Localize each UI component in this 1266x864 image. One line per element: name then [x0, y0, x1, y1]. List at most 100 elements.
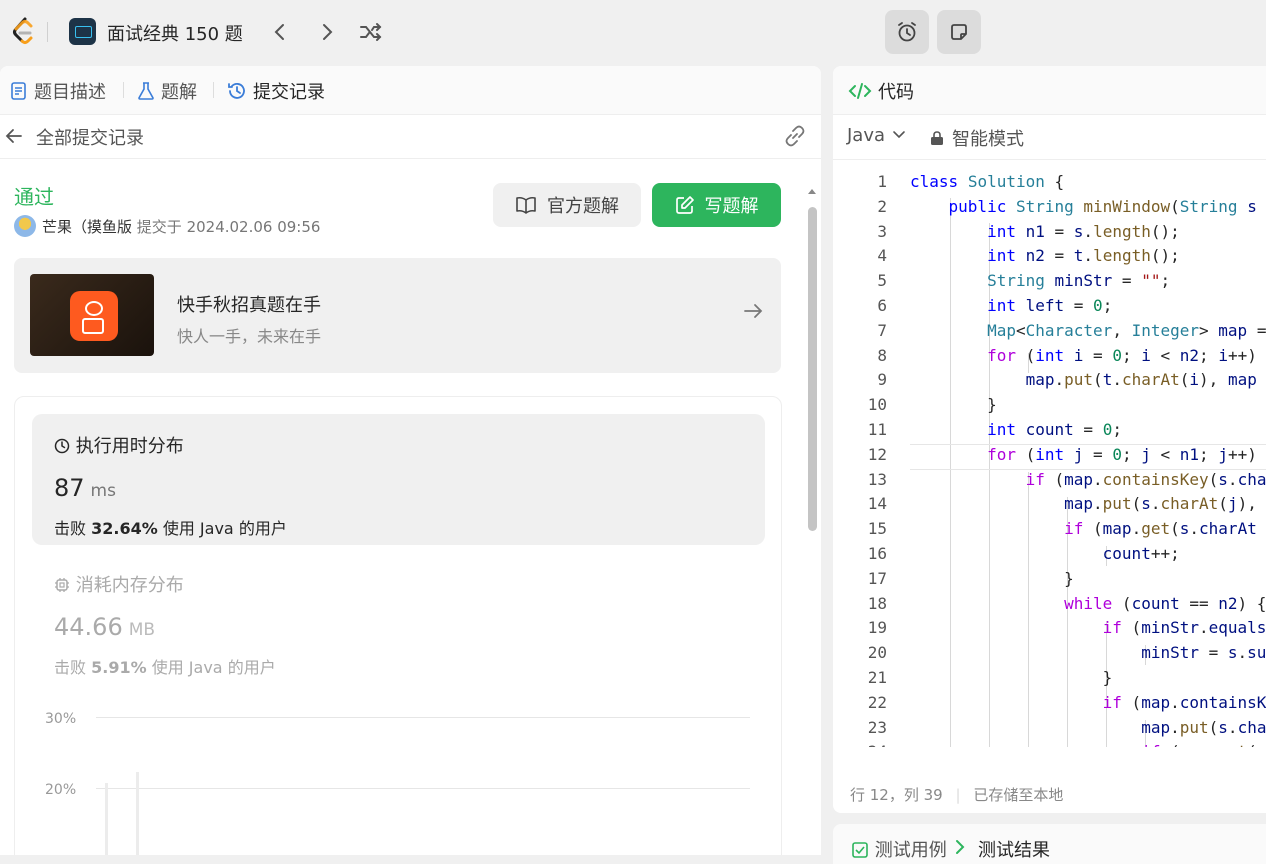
scroll-up-arrow-icon[interactable]	[807, 187, 817, 195]
code-title-text: 代码	[878, 82, 914, 103]
official-solution-button[interactable]: 官方题解	[493, 183, 641, 227]
arrow-left-icon[interactable]	[4, 126, 24, 146]
note-button[interactable]	[937, 10, 981, 54]
code-line[interactable]: 4 int n2 = t.length();	[833, 246, 1266, 271]
code-line[interactable]: 17 }	[833, 569, 1266, 594]
write-solution-button[interactable]: 写题解	[652, 183, 781, 227]
divider	[47, 22, 48, 42]
code-editor[interactable]: 1 class Solution {2 public String minWind…	[833, 170, 1266, 747]
code-line[interactable]: 9 map.put(t.charAt(i), map	[833, 370, 1266, 395]
beat-prefix: 击败	[54, 519, 87, 538]
kuaishou-logo	[70, 291, 118, 341]
code-line[interactable]: 8 for (int i = 0; i < n2; i++)	[833, 346, 1266, 371]
code-line[interactable]: 14 map.put(s.charAt(j),	[833, 494, 1266, 519]
code-line[interactable]: 24 if (map.get(s	[833, 742, 1266, 747]
timer-button[interactable]	[885, 10, 929, 54]
language-select[interactable]: Java	[847, 125, 907, 146]
history-icon	[228, 83, 245, 99]
chart-bar[interactable]	[105, 783, 108, 855]
code-line[interactable]: 3 int n1 = s.length();	[833, 222, 1266, 247]
runtime-stat[interactable]: 执行用时分布 87 ms 击败 32.64% 使用 Java 的用户	[32, 414, 765, 545]
avatar[interactable]	[14, 215, 36, 237]
line-number: 9	[877, 370, 887, 390]
submission-meta: 芒果（摸鱼版 提交于 2024.02.06 09:56	[42, 216, 320, 237]
question-list-title[interactable]: 面试经典 150 题	[107, 20, 243, 46]
code-icon	[848, 83, 872, 99]
link-icon[interactable]	[782, 124, 808, 148]
code-line[interactable]: 22 if (map.containsK	[833, 693, 1266, 718]
code-text: String minStr = "";	[987, 271, 1171, 291]
clock-icon	[54, 438, 70, 454]
code-text: class Solution {	[910, 172, 1065, 191]
code-line[interactable]: 2 public String minWindow(String s	[833, 197, 1266, 222]
tab-label: 题解	[161, 82, 197, 103]
line-number: 18	[867, 593, 887, 613]
tab-label: 提交记录	[253, 82, 325, 103]
code-line[interactable]: 6 int left = 0;	[833, 296, 1266, 321]
code-text: if (map.containsK	[1102, 692, 1266, 712]
scrollbar[interactable]	[806, 187, 817, 855]
line-number: 21	[867, 668, 887, 687]
code-line[interactable]: 23 map.put(s.cha	[833, 718, 1266, 743]
code-text: if (map.get(s	[910, 742, 1266, 747]
line-number: 15	[867, 519, 887, 539]
cursor-position: 行 12，列 39	[850, 786, 943, 804]
runtime-title-text: 执行用时分布	[75, 436, 184, 457]
divider	[213, 82, 214, 98]
code-line[interactable]: 20 minStr = s.su	[833, 643, 1266, 668]
button-label: 写题解	[704, 196, 759, 217]
shuffle-icon[interactable]	[357, 18, 385, 46]
code-line[interactable]: 16 count++;	[833, 544, 1266, 569]
chevron-right-icon[interactable]	[313, 18, 341, 46]
tab-submissions[interactable]: 提交记录	[227, 78, 325, 104]
banner-title: 快手秋招真题在手	[177, 295, 321, 316]
checkbox-icon	[852, 842, 868, 858]
code-line[interactable]: 19 if (minStr.equals	[833, 618, 1266, 643]
flask-icon	[138, 82, 154, 100]
code-line[interactable]: 1 class Solution {	[833, 172, 1266, 197]
gridline	[96, 788, 750, 789]
line-number: 23	[867, 717, 887, 737]
tab-test-result[interactable]: 测试结果	[978, 836, 1050, 862]
code-line[interactable]: 11 int count = 0;	[833, 420, 1266, 445]
y-tick-label: 20%	[45, 782, 77, 798]
code-line[interactable]: 18 while (count == n2) {	[833, 594, 1266, 619]
code-line[interactable]: 13 if (map.containsKey(s.cha	[833, 470, 1266, 495]
code-line[interactable]: 10 }	[833, 395, 1266, 420]
username[interactable]: 芒果（摸鱼版	[42, 218, 132, 236]
code-line[interactable]: 7 Map<Character, Integer> map =	[833, 321, 1266, 346]
code-text: public String minWindow(String s	[948, 196, 1257, 216]
promo-banner[interactable]: 快手秋招真题在手 快人一手，未来在手	[14, 258, 781, 373]
all-submissions-link[interactable]: 全部提交记录	[36, 124, 144, 150]
tab-solutions[interactable]: 题解	[137, 78, 197, 104]
line-number: 20	[867, 643, 887, 663]
chevron-left-icon[interactable]	[266, 18, 294, 46]
chart-bar[interactable]	[136, 772, 139, 855]
line-number: 3	[877, 221, 887, 241]
chevron-down-icon	[892, 131, 905, 139]
status-passed: 通过	[14, 185, 54, 209]
editor-toolbar: Java 智能模式	[833, 115, 1266, 160]
runtime-unit: ms	[90, 481, 116, 501]
tab-description[interactable]: 题目描述	[10, 78, 106, 104]
left-panel: 题目描述 题解 提交记录 全部提交记录 通过 芒果（摸鱼版 提交于 2024.0…	[0, 66, 821, 855]
study-plan-icon[interactable]	[69, 18, 96, 45]
smart-mode[interactable]: 智能模式	[930, 125, 1024, 151]
code-line[interactable]: 15 if (map.get(s.charAt	[833, 519, 1266, 544]
divider	[123, 82, 124, 98]
memory-stat[interactable]: 消耗内存分布 44.66 MB 击败 5.91% 使用 Java 的用户	[32, 567, 765, 677]
line-number: 2	[877, 196, 887, 216]
code-line[interactable]: 5 String minStr = "";	[833, 271, 1266, 296]
line-number: 17	[867, 568, 887, 588]
gridline	[96, 717, 750, 718]
tab-label: 题目描述	[34, 82, 106, 103]
code-text: count++;	[1102, 544, 1180, 563]
line-number: 19	[867, 618, 887, 638]
line-number: 8	[877, 345, 887, 365]
scrollbar-thumb[interactable]	[808, 207, 817, 531]
leetcode-logo[interactable]	[8, 16, 38, 48]
code-line[interactable]: 21 }	[833, 668, 1266, 693]
tab-testcase[interactable]: 测试用例	[851, 836, 947, 862]
editor-status-bar: 行 12，列 39 | 已存储至本地	[833, 772, 1266, 813]
runtime-number: 87	[54, 474, 85, 502]
